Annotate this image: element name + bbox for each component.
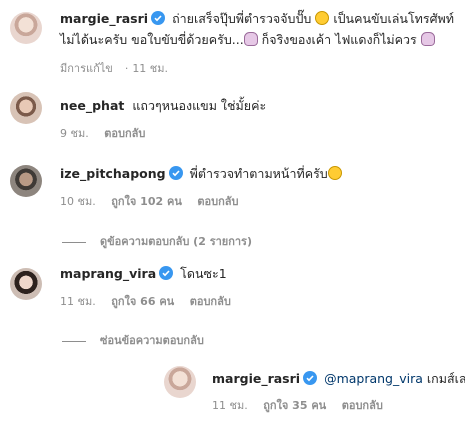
reply-button[interactable]: ตอบกลับ bbox=[190, 295, 231, 308]
reply-time[interactable]: 11 ชม. bbox=[212, 399, 248, 412]
comment-meta: 11 ชม. ถูกใจ 66 คน ตอบกลับ bbox=[60, 292, 243, 310]
reply-line: margie_rasri @maprang_vira เกมส์เลยจ้า bbox=[212, 370, 465, 388]
verified-icon bbox=[168, 166, 183, 180]
verified-icon bbox=[303, 371, 318, 385]
comment-line: nee_phat แถวๆหนองแขม ใช่มั้ยค่ะ bbox=[60, 97, 266, 115]
reply-button[interactable]: ตอบกลับ bbox=[197, 195, 238, 208]
comment-text: โดนซะ1 bbox=[180, 266, 227, 281]
comment-meta: 10 ชม. ถูกใจ 102 คน ตอบกลับ bbox=[60, 192, 250, 210]
hide-replies-button[interactable]: ซ่อนข้อความตอบกลับ bbox=[62, 331, 204, 349]
reply-meta: 11 ชม. ถูกใจ 35 คน ตอบกลับ bbox=[212, 396, 395, 414]
comment-username[interactable]: nee_phat bbox=[60, 98, 124, 113]
comment-time[interactable]: 10 ชม. bbox=[60, 195, 96, 208]
comment-line: maprang_vira โดนซะ1 bbox=[60, 265, 227, 283]
caption-text-1b: เป็นคนขับเล่นโทรศัพท์ bbox=[333, 11, 455, 26]
avatar[interactable] bbox=[10, 165, 42, 197]
view-replies-button[interactable]: ดูข้อความตอบกลับ (2 รายการ) bbox=[62, 232, 252, 250]
avatar[interactable] bbox=[10, 92, 42, 124]
divider bbox=[62, 241, 86, 243]
likes-count[interactable]: ถูกใจ 102 คน bbox=[111, 195, 182, 208]
likes-count[interactable]: ถูกใจ 66 คน bbox=[111, 295, 174, 308]
laughing-emoji-icon bbox=[327, 166, 342, 180]
reply-button[interactable]: ตอบกลับ bbox=[104, 127, 145, 140]
avatar[interactable] bbox=[10, 268, 42, 300]
caption-meta: มีการแก้ไข · 11 ชม. bbox=[60, 62, 169, 75]
grinning-emoji-icon bbox=[315, 11, 330, 25]
woman-shrug-emoji-icon bbox=[420, 32, 435, 46]
verified-icon bbox=[151, 11, 166, 25]
comment-text: แถวๆหนองแขม ใช่มั้ยค่ะ bbox=[132, 98, 267, 113]
view-replies-label: ดูข้อความตอบกลับ (2 รายการ) bbox=[100, 235, 252, 248]
caption-text-2b: ก็จริงของเค้า ไฟแดงก็ไม่ควร bbox=[261, 32, 417, 47]
comment-line: ize_pitchapong พี่ตำรวจทำตามหน้าที่ครับ bbox=[60, 165, 342, 183]
reply-username[interactable]: margie_rasri bbox=[212, 371, 300, 386]
reply-button[interactable]: ตอบกลับ bbox=[342, 399, 383, 412]
comment-username[interactable]: ize_pitchapong bbox=[60, 166, 166, 181]
caption-text-2: ไม่ได้นะครับ ขอใบขับขี่ด้วยครับ... bbox=[60, 32, 244, 47]
caption-time[interactable]: 11 ชม. bbox=[132, 62, 168, 75]
caption-username[interactable]: margie_rasri bbox=[60, 11, 148, 26]
woman-shrug-emoji-icon bbox=[243, 32, 258, 46]
mention-link[interactable]: @maprang_vira bbox=[324, 371, 423, 386]
divider bbox=[62, 340, 86, 342]
comment-time[interactable]: 11 ชม. bbox=[60, 295, 96, 308]
likes-count[interactable]: ถูกใจ 35 คน bbox=[263, 399, 326, 412]
verified-icon bbox=[159, 266, 174, 280]
avatar[interactable] bbox=[10, 12, 42, 44]
comment-username[interactable]: maprang_vira bbox=[60, 266, 156, 281]
caption-text-1: ถ่ายเสร็จปุ๊บพี่ตำรวจจับปั๊บ bbox=[172, 11, 312, 26]
caption-line-1: margie_rasri ถ่ายเสร็จปุ๊บพี่ตำรวจจับปั๊… bbox=[60, 10, 454, 28]
avatar[interactable] bbox=[164, 366, 196, 398]
comment-text: พี่ตำรวจทำตามหน้าที่ครับ bbox=[189, 166, 328, 181]
edited-label: มีการแก้ไข bbox=[60, 62, 113, 75]
comment-meta: 9 ชม. ตอบกลับ bbox=[60, 124, 157, 142]
reply-text: เกมส์เลยจ้า bbox=[426, 371, 465, 386]
hide-replies-label: ซ่อนข้อความตอบกลับ bbox=[100, 334, 204, 347]
caption-line-2: ไม่ได้นะครับ ขอใบขับขี่ด้วยครับ... ก็จริ… bbox=[60, 31, 435, 49]
comment-time[interactable]: 9 ชม. bbox=[60, 127, 89, 140]
